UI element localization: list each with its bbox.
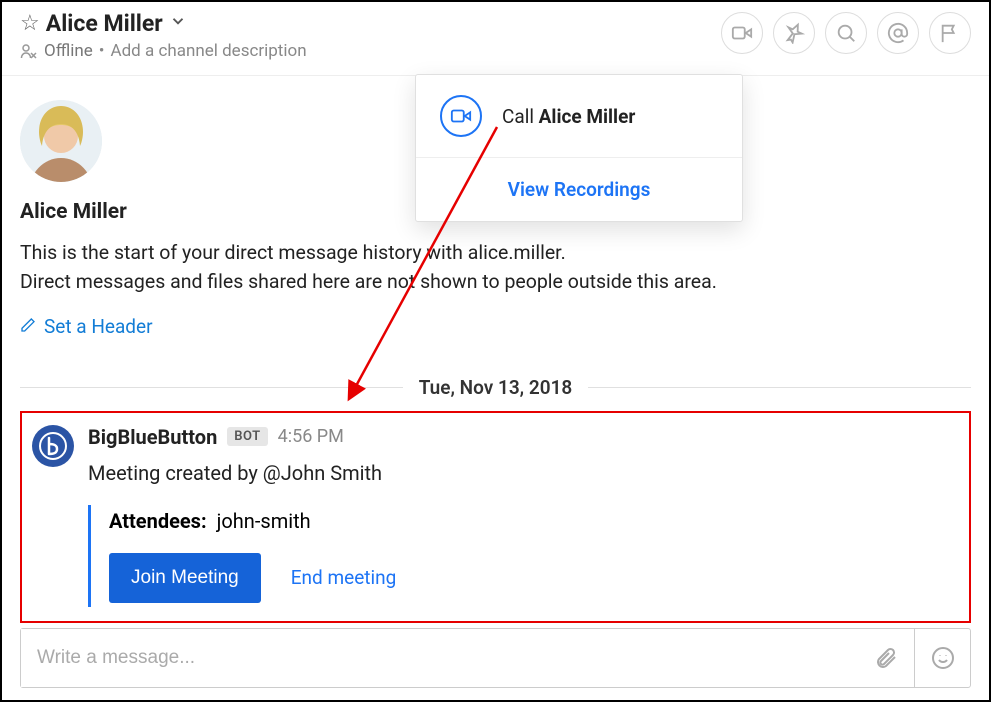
- channel-header: ☆ Alice Miller Offline • Add a channel d…: [2, 2, 989, 76]
- end-meeting-link[interactable]: End meeting: [291, 566, 397, 589]
- separator-dot: •: [99, 41, 105, 61]
- chevron-down-icon[interactable]: [169, 12, 187, 35]
- message-composer: [20, 628, 971, 688]
- pin-button[interactable]: [773, 12, 815, 54]
- add-description-link[interactable]: Add a channel description: [111, 41, 307, 61]
- message-author[interactable]: BigBlueButton: [88, 425, 217, 449]
- view-recordings-label: View Recordings: [508, 178, 651, 201]
- user-avatar[interactable]: [20, 100, 102, 182]
- header-actions: [721, 10, 971, 54]
- message-body: BigBlueButton BOT 4:56 PM Meeting create…: [88, 425, 959, 607]
- pencil-icon: [20, 315, 36, 338]
- flag-button[interactable]: [929, 12, 971, 54]
- search-button[interactable]: [825, 12, 867, 54]
- bigbluebutton-avatar[interactable]: [32, 425, 74, 467]
- header-left: ☆ Alice Miller Offline • Add a channel d…: [20, 10, 307, 61]
- join-meeting-button[interactable]: Join Meeting: [109, 553, 261, 603]
- presence-label: Offline: [44, 41, 93, 61]
- attachment-actions: Join Meeting End meeting: [109, 553, 959, 603]
- call-popover: Call Alice Miller View Recordings: [415, 74, 743, 222]
- annotation-highlight: BigBlueButton BOT 4:56 PM Meeting create…: [20, 411, 971, 623]
- star-icon[interactable]: ☆: [20, 11, 40, 36]
- attendees-row: Attendees: john-smith: [109, 509, 959, 533]
- date-divider: Tue, Nov 13, 2018: [20, 376, 971, 399]
- message-item: BigBlueButton BOT 4:56 PM Meeting create…: [32, 419, 959, 607]
- attach-button[interactable]: [858, 629, 914, 687]
- attendees-value: john-smith: [217, 509, 311, 533]
- set-header-label: Set a Header: [44, 315, 153, 338]
- bot-badge: BOT: [227, 427, 267, 446]
- view-recordings-action[interactable]: View Recordings: [416, 158, 742, 221]
- emoji-button[interactable]: [914, 629, 970, 687]
- intro-line-1: This is the start of your direct message…: [20, 238, 971, 267]
- mentions-button[interactable]: [877, 12, 919, 54]
- message-text: Meeting created by @John Smith: [88, 461, 959, 485]
- channel-title[interactable]: Alice Miller: [46, 10, 163, 37]
- message-time: 4:56 PM: [278, 426, 344, 447]
- call-prefix: Call: [502, 105, 539, 128]
- dm-intro-text: This is the start of your direct message…: [20, 238, 971, 297]
- call-user-action[interactable]: Call Alice Miller: [416, 75, 742, 157]
- video-call-button[interactable]: [721, 12, 763, 54]
- status-row: Offline • Add a channel description: [20, 41, 307, 61]
- attendees-label: Attendees:: [109, 509, 207, 533]
- presence-offline-icon: [20, 43, 38, 59]
- set-header-link[interactable]: Set a Header: [20, 315, 971, 338]
- composer-input[interactable]: [21, 629, 858, 687]
- meeting-attachment: Attendees: john-smith Join Meeting End m…: [88, 505, 959, 607]
- intro-line-2: Direct messages and files shared here ar…: [20, 267, 971, 296]
- date-text: Tue, Nov 13, 2018: [403, 376, 589, 399]
- video-icon: [440, 95, 482, 137]
- call-text: Call Alice Miller: [502, 105, 635, 128]
- message-list: BigBlueButton BOT 4:56 PM Meeting create…: [2, 411, 989, 651]
- title-row: ☆ Alice Miller: [20, 10, 307, 37]
- message-header: BigBlueButton BOT 4:56 PM: [88, 425, 959, 449]
- call-target-name: Alice Miller: [539, 105, 636, 128]
